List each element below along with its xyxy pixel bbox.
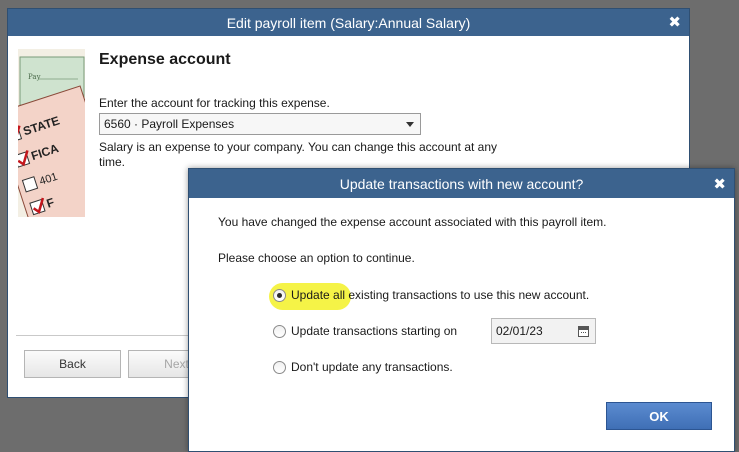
dialog-message: You have changed the expense account ass… bbox=[218, 215, 607, 229]
parent-close-icon[interactable]: ✖ bbox=[668, 13, 681, 31]
radio-update-starting[interactable] bbox=[273, 324, 286, 338]
expense-account-select[interactable]: 6560 · Payroll Expenses bbox=[99, 113, 421, 135]
payroll-forms-illustration: Pay STATE FICA 401 F bbox=[18, 49, 85, 217]
start-date-value: 02/01/23 bbox=[496, 324, 543, 338]
back-button[interactable]: Back bbox=[24, 350, 121, 378]
option-dont-update[interactable]: Don't update any transactions. bbox=[273, 360, 453, 374]
dialog-instruction: Please choose an option to continue. bbox=[218, 251, 415, 265]
section-heading: Expense account bbox=[99, 51, 231, 68]
account-prompt: Enter the account for tracking this expe… bbox=[99, 96, 330, 110]
pay-label: Pay bbox=[28, 73, 41, 81]
dialog-close-icon[interactable]: ✖ bbox=[713, 175, 726, 193]
option-update-all[interactable]: Update all existing transactions to use … bbox=[273, 288, 589, 302]
option-update-starting-label: Update transactions starting on bbox=[291, 324, 458, 338]
dialog-title: Update transactions with new account? bbox=[339, 175, 584, 192]
expense-account-value: 6560 · Payroll Expenses bbox=[104, 117, 235, 131]
option-update-all-label: Update all existing transactions to use … bbox=[291, 288, 590, 302]
back-button-label: Back bbox=[59, 357, 86, 371]
radio-dont-update[interactable] bbox=[273, 360, 286, 374]
parent-titlebar[interactable]: Edit payroll item (Salary:Annual Salary)… bbox=[8, 9, 689, 36]
radio-update-all[interactable] bbox=[273, 288, 286, 302]
parent-window-title: Edit payroll item (Salary:Annual Salary) bbox=[226, 14, 471, 31]
calendar-icon[interactable] bbox=[578, 326, 589, 337]
option-dont-update-label: Don't update any transactions. bbox=[291, 360, 453, 374]
next-button-label: Next bbox=[164, 357, 189, 371]
update-transactions-dialog: Update transactions with new account? ✖ … bbox=[188, 168, 735, 452]
dialog-titlebar[interactable]: Update transactions with new account? ✖ bbox=[189, 169, 734, 198]
chevron-down-icon[interactable] bbox=[406, 122, 414, 127]
account-note: Salary is an expense to your company. Yo… bbox=[99, 140, 498, 169]
ok-button-label: OK bbox=[649, 408, 669, 424]
ok-button[interactable]: OK bbox=[606, 402, 712, 430]
option-update-starting[interactable]: Update transactions starting on bbox=[273, 324, 457, 338]
start-date-field[interactable]: 02/01/23 bbox=[491, 318, 596, 344]
